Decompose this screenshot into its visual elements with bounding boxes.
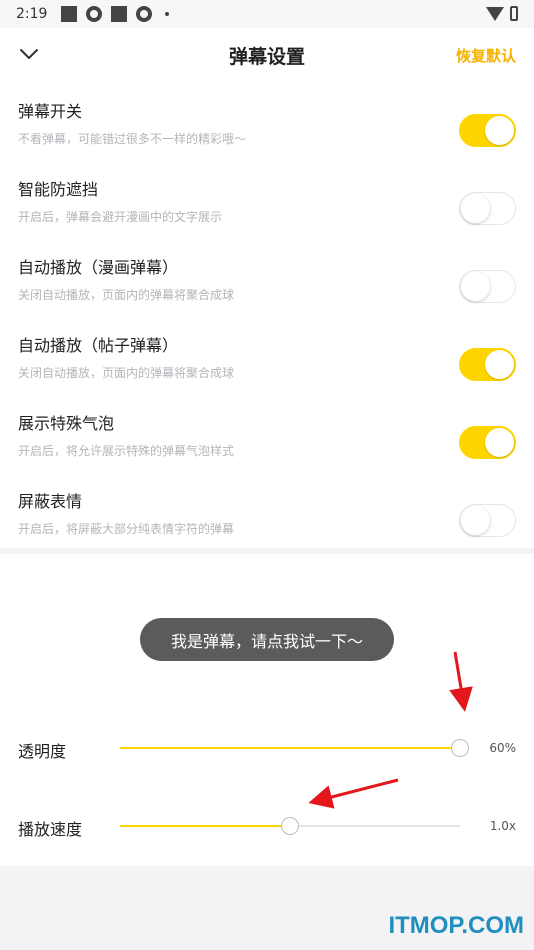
annotation-arrow (449, 651, 473, 712)
annotation-arrow (308, 778, 399, 809)
annotation-arrows (308, 651, 473, 809)
watermark: ITMOP.COM (388, 912, 524, 939)
